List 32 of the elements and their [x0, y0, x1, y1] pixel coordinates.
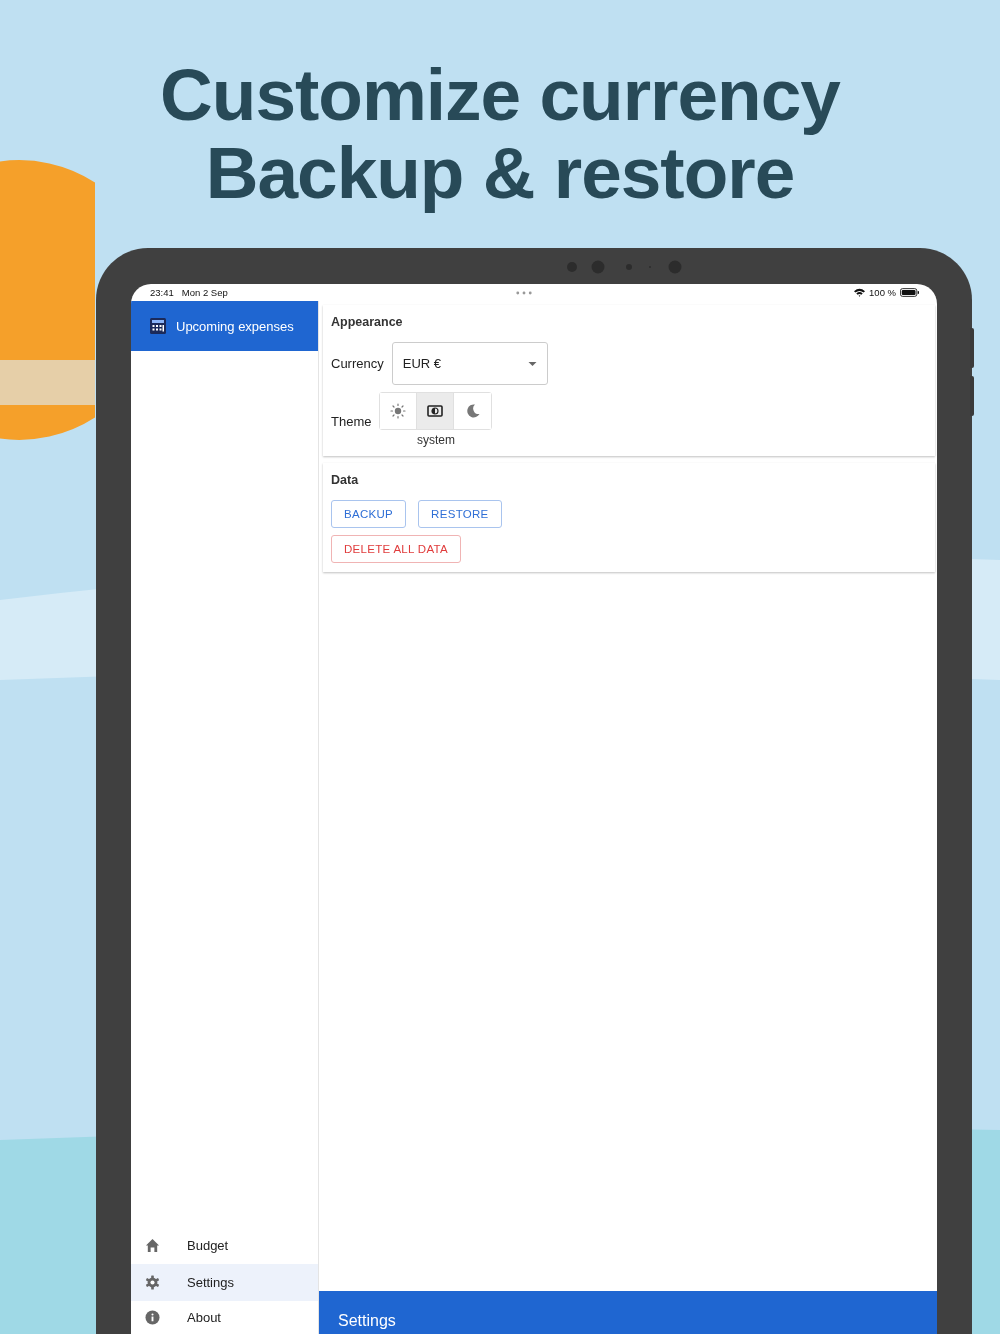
headline: Backup & restore	[204, 134, 795, 212]
contrast-icon	[427, 403, 444, 419]
theme-caption: system	[416, 433, 455, 447]
field-label: Currency	[331, 356, 384, 371]
caret-icon	[527, 361, 537, 366]
status-time: 23:41	[150, 287, 174, 298]
delete-button[interactable]: DELETE ALL DATA	[331, 535, 461, 563]
section-title: Appearance	[331, 315, 404, 329]
currency-dropdown[interactable]: EUR €	[391, 342, 548, 385]
headline: Customize currency	[159, 56, 842, 134]
wifi-icon	[854, 288, 866, 297]
theme-option[interactable]	[417, 393, 455, 429]
outline-button[interactable]: BACKUP	[331, 500, 407, 528]
calculator-icon	[150, 318, 166, 334]
sun-icon	[390, 403, 407, 419]
moon-icon	[464, 403, 481, 419]
nav-item[interactable]: Budget	[131, 1227, 318, 1264]
status-date: Mon 2 Sep	[181, 287, 228, 298]
more-icon	[515, 290, 532, 295]
settings-icon	[145, 1275, 160, 1290]
field-label: Theme	[331, 414, 372, 429]
nav-item[interactable]: About	[131, 1301, 318, 1334]
bar-title: Settings	[338, 1312, 396, 1330]
section-title: Data	[331, 473, 360, 487]
info-icon	[145, 1310, 160, 1325]
home-icon	[145, 1238, 160, 1253]
nav-item[interactable]: Settings	[131, 1264, 318, 1301]
theme-option[interactable]	[380, 393, 418, 429]
app-title: Upcoming expenses	[176, 318, 294, 334]
outline-button[interactable]: RESTORE	[418, 500, 502, 528]
battery-icon	[900, 288, 919, 297]
battery-percent: 100 %	[869, 287, 896, 298]
